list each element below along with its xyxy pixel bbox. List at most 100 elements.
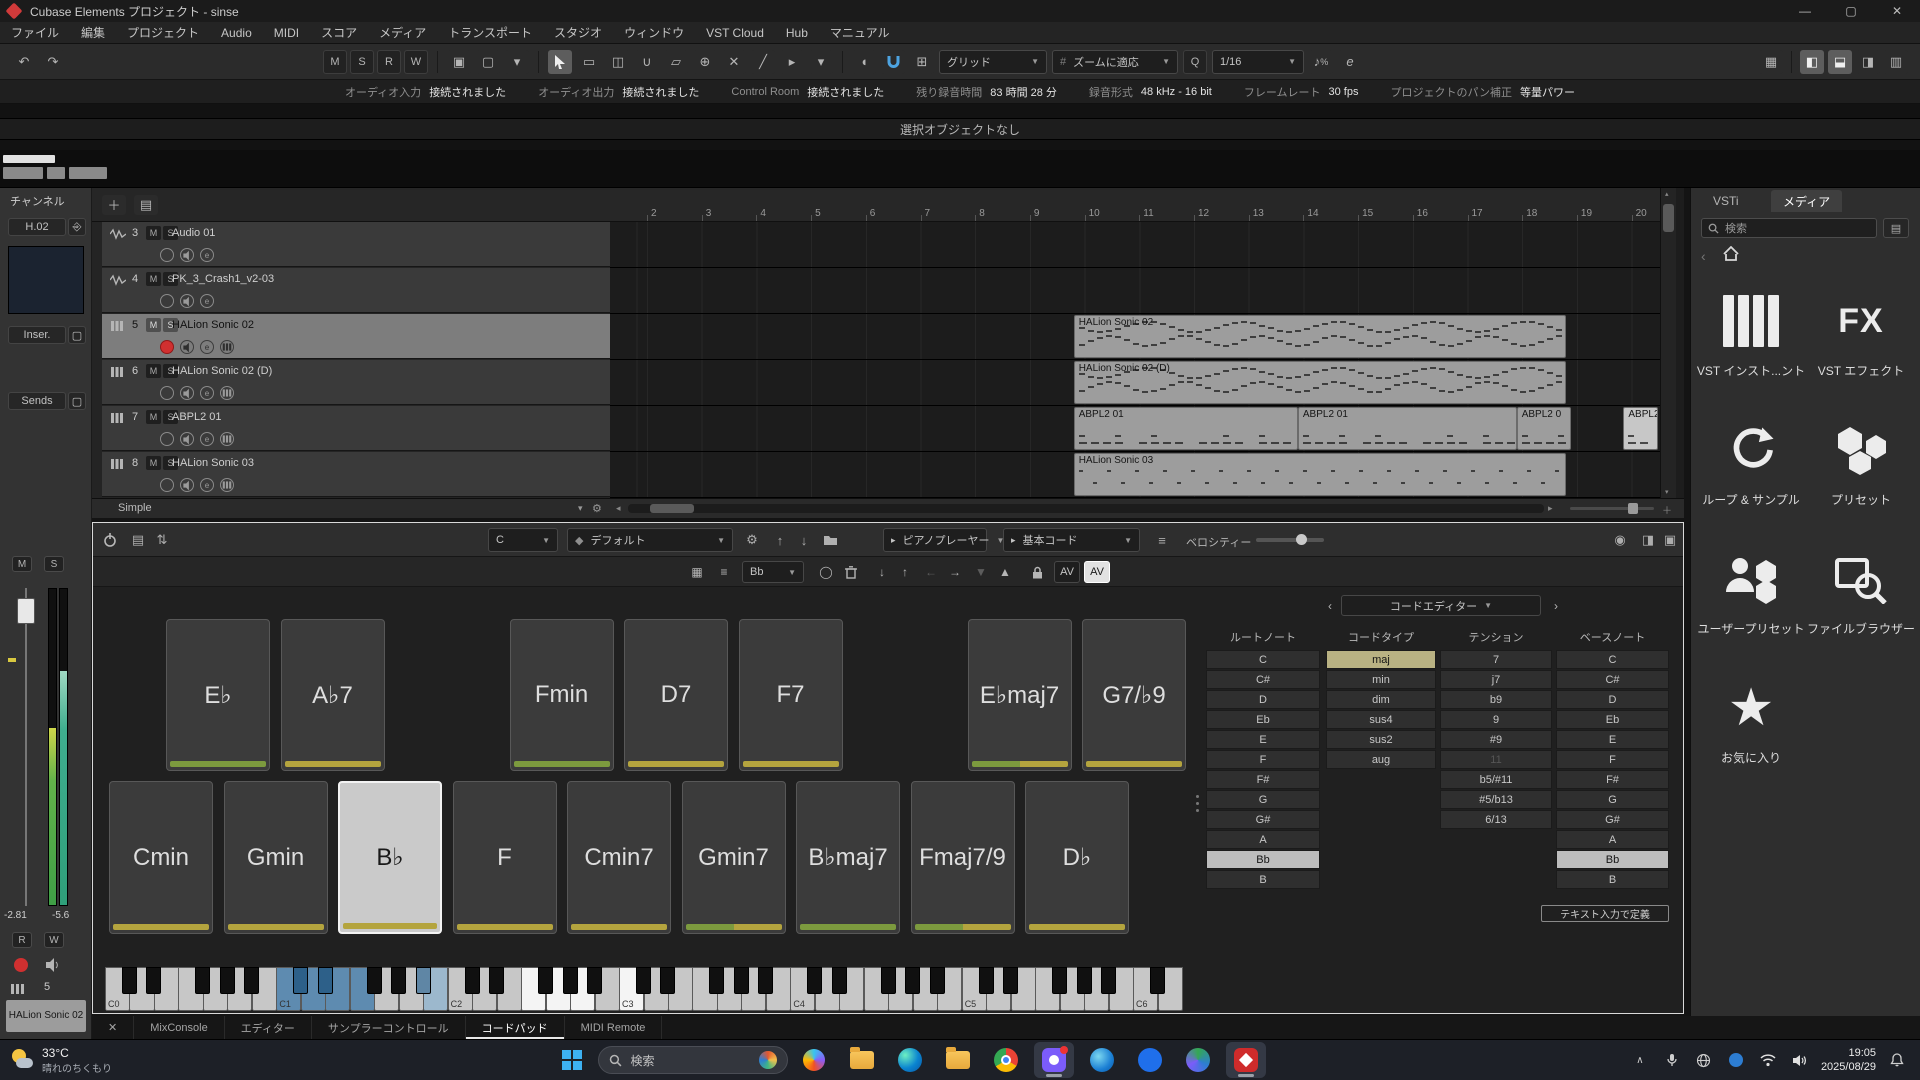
tension-7[interactable]: 7: [1440, 650, 1552, 669]
root-note-G[interactable]: G: [1206, 790, 1320, 809]
chord-pad-F[interactable]: F: [453, 781, 557, 934]
chord-pad-F7[interactable]: F7: [739, 619, 843, 771]
inserts-button[interactable]: Inser.: [8, 326, 66, 344]
editor-next-icon[interactable]: ›: [1545, 595, 1567, 617]
shift-right-icon[interactable]: →: [944, 561, 966, 583]
midi-clip-ABPL2 01[interactable]: ABPL2 01: [1074, 407, 1298, 450]
chord-pad-Gmin[interactable]: Gmin: [224, 781, 328, 934]
adaptive-voicing-button[interactable]: AV: [1054, 561, 1080, 583]
track-settings-gear-icon[interactable]: ⚙: [592, 502, 602, 515]
pads-preset-dropdown[interactable]: ◆デフォルト▼: [567, 528, 733, 552]
track-instrument-button[interactable]: [220, 478, 234, 492]
tab-コードパッド[interactable]: コードパッド: [466, 1016, 565, 1039]
folder-taskbar-icon[interactable]: [938, 1042, 978, 1078]
media-home-icon[interactable]: [1723, 246, 1739, 261]
media-tile-VST インスト...ント[interactable]: VST インスト...ント: [1699, 288, 1803, 379]
bass-note-A[interactable]: A: [1556, 830, 1669, 849]
tray-mic-icon[interactable]: [1661, 1049, 1683, 1071]
menu-item-スコア[interactable]: スコア: [310, 22, 368, 44]
piano-key-F#1[interactable]: [367, 967, 382, 994]
bass-note-F#[interactable]: F#: [1556, 770, 1669, 789]
chord-pad-E♭[interactable]: E♭: [166, 619, 270, 771]
quantize-value-dropdown[interactable]: 1/16▼: [1212, 50, 1304, 74]
snap-type-icon[interactable]: ⊞: [910, 50, 934, 74]
voicing-list-icon[interactable]: ≡: [1151, 529, 1173, 551]
pads-swap-icon[interactable]: ⇅: [151, 529, 173, 551]
midi-clip-ABPL2[interactable]: ABPL2: [1623, 407, 1658, 450]
menu-item-Hub[interactable]: Hub: [775, 22, 819, 44]
chord-pad-D7[interactable]: D7: [624, 619, 728, 771]
track-instrument-button[interactable]: [220, 340, 234, 354]
velocity-slider-handle[interactable]: [1296, 534, 1307, 545]
event-display[interactable]: HALion Sonic 02HALion Sonic 02 (D)ABPL2 …: [610, 222, 1660, 498]
player-mode-dropdown[interactable]: ▸ピアノプレーヤー▼: [883, 528, 987, 552]
add-track-button[interactable]: ＋: [102, 195, 126, 215]
track-header-HALion Sonic 03[interactable]: 8MSHALion Sonic 03e: [102, 452, 610, 497]
pads-output-icon[interactable]: ▤: [127, 529, 149, 551]
root-note-C[interactable]: C: [1206, 650, 1320, 669]
track-header-ABPL2 01[interactable]: 7MSABPL2 01e: [102, 406, 610, 451]
piano-key-G#4[interactable]: [905, 967, 920, 994]
fader-groove[interactable]: [25, 588, 27, 906]
piano-key-F#4[interactable]: [881, 967, 896, 994]
channel-name-button[interactable]: H.02: [8, 218, 66, 236]
zoom-tool[interactable]: ⊕: [693, 50, 717, 74]
chord-type-maj[interactable]: maj: [1326, 650, 1436, 669]
inserts-bypass-icon[interactable]: ▢: [68, 326, 86, 344]
start-button[interactable]: [552, 1042, 592, 1078]
record-enable-button[interactable]: [14, 958, 28, 972]
chord-pad-D♭[interactable]: D♭: [1025, 781, 1129, 934]
piano-key-A#3[interactable]: [758, 967, 773, 994]
menu-item-MIDI[interactable]: MIDI: [263, 22, 310, 44]
copilot-taskbar-icon[interactable]: [794, 1042, 834, 1078]
range-selection-tool[interactable]: ▭: [577, 50, 601, 74]
track-mute-button[interactable]: M: [146, 318, 161, 332]
weather-widget[interactable]: 33°C 晴れのちくもり: [0, 1046, 190, 1075]
channel-track-name-tag[interactable]: HALion Sonic 02: [6, 1000, 86, 1032]
pads-editor-divider-handle[interactable]: [1195, 781, 1199, 825]
tension-11[interactable]: 11: [1440, 750, 1552, 769]
redo-button[interactable]: ↷: [41, 50, 65, 74]
sends-bypass-icon[interactable]: ▢: [68, 392, 86, 410]
bass-note-G[interactable]: G: [1556, 790, 1669, 809]
track-preset-dropdown[interactable]: Simple: [118, 502, 152, 514]
menu-item-マニュアル[interactable]: マニュアル: [819, 22, 901, 44]
media-tile-お気に入り[interactable]: ★お気に入り: [1699, 675, 1803, 766]
bass-note-B[interactable]: B: [1556, 870, 1669, 889]
bass-note-Bb[interactable]: Bb: [1556, 850, 1669, 869]
editor-panel-toggle-icon[interactable]: ◨: [1637, 529, 1659, 551]
media-tile-ループ & サンプル[interactable]: ループ & サンプル: [1699, 417, 1803, 508]
zoom-slider-handle[interactable]: [1628, 503, 1638, 514]
root-note-B[interactable]: B: [1206, 870, 1320, 889]
tension-j7[interactable]: j7: [1440, 670, 1552, 689]
track-header-PK_3_Crash1_v2-03[interactable]: 4MSPK_3_Crash1_v2-03e: [102, 268, 610, 313]
track-edit-button[interactable]: e: [200, 478, 214, 492]
piano-key-G#2[interactable]: [563, 967, 578, 994]
tray-globe-icon[interactable]: [1693, 1049, 1715, 1071]
media-tab-VSTi[interactable]: VSTi: [1701, 190, 1751, 212]
minimize-button[interactable]: —: [1782, 0, 1828, 22]
automation-button-W[interactable]: W: [404, 50, 428, 74]
media-search-box[interactable]: 検索: [1701, 218, 1877, 238]
shift-left-icon[interactable]: ←: [920, 561, 942, 583]
menu-item-Audio[interactable]: Audio: [210, 22, 263, 44]
midi-clip-HALion Sonic 03[interactable]: HALion Sonic 03: [1074, 453, 1566, 496]
piano-key-A#2[interactable]: [587, 967, 602, 994]
fader-handle[interactable]: [17, 598, 35, 624]
sends-button[interactable]: Sends: [8, 392, 66, 410]
tension-9[interactable]: 9: [1440, 710, 1552, 729]
channel-edit-icon[interactable]: ⎆: [68, 218, 86, 236]
media-tile-プリセット[interactable]: プリセット: [1809, 417, 1913, 508]
close-button[interactable]: ✕: [1874, 0, 1920, 22]
menu-item-編集[interactable]: 編集: [70, 22, 116, 44]
piano-key-F#0[interactable]: [195, 967, 210, 994]
menu-item-トランスポート[interactable]: トランスポート: [437, 22, 543, 44]
midi-clip-ABPL2 0[interactable]: ABPL2 0: [1517, 407, 1572, 450]
current-chord-dropdown[interactable]: Bb▼: [742, 561, 804, 583]
chord-pad-E♭maj7[interactable]: E♭maj7: [968, 619, 1072, 771]
piano-key-F#5[interactable]: [1052, 967, 1067, 994]
edge-taskbar-icon[interactable]: [890, 1042, 930, 1078]
chord-editor-header[interactable]: コードエディター▼: [1341, 595, 1541, 616]
piano-key-D#0[interactable]: [146, 967, 161, 994]
browser-app-taskbar-icon[interactable]: [1178, 1042, 1218, 1078]
